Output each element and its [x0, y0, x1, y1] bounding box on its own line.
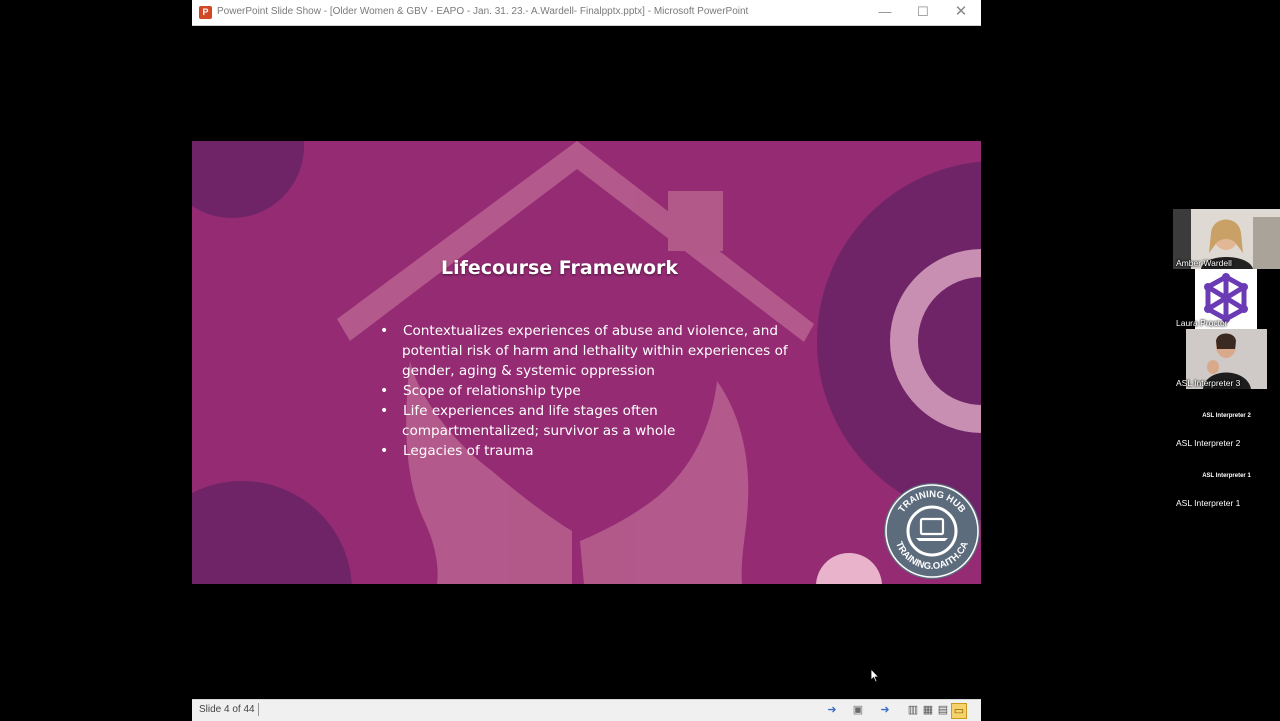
corner-circle-top-left — [192, 141, 304, 218]
window-title: PowerPoint Slide Show - [Older Women & G… — [217, 6, 749, 17]
bullet-item: Life experiences and life stages often c… — [378, 401, 798, 441]
participant-placeholder-label: ASL Interpreter 2 — [1202, 413, 1251, 419]
slide-title: Lifecourse Framework — [440, 257, 679, 279]
slide-show-icon[interactable]: ▭ — [951, 703, 967, 719]
title-bar: P PowerPoint Slide Show - [Older Women &… — [192, 0, 981, 26]
logo-icon — [1204, 273, 1248, 323]
slide[interactable]: Lifecourse Framework Contextualizes expe… — [192, 141, 981, 584]
bullet-item: Legacies of trauma — [378, 441, 798, 461]
bullet-line: compartmentalized; survivor as a whole — [402, 423, 676, 439]
maximize-button[interactable]: ☐ — [908, 3, 938, 21]
bullet-list: Contextualizes experiences of abuse and … — [378, 321, 798, 461]
reading-view-icon[interactable]: ▤ — [936, 703, 950, 717]
participant-name: ASL Interpreter 1 — [1176, 498, 1241, 508]
participant-tile[interactable]: ASL Interpreter 3 — [1173, 329, 1280, 389]
status-bar: Slide 4 of 44 ➜ ▣ ➜ ▥ ▦ ▤ ▭ — [192, 699, 981, 721]
corner-circle-bottom-left — [192, 481, 352, 584]
bullet-line: Contextualizes experiences of abuse and … — [403, 323, 779, 339]
bullet-item: Scope of relationship type — [378, 381, 798, 401]
bubble-bottom — [816, 553, 882, 584]
powerpoint-icon: P — [199, 6, 212, 19]
bullet-line: Scope of relationship type — [403, 383, 581, 399]
powerpoint-window: P PowerPoint Slide Show - [Older Women &… — [192, 0, 981, 721]
status-divider — [258, 703, 259, 716]
mouse-cursor-icon — [870, 668, 880, 683]
house-outline-icon — [337, 141, 814, 342]
participant-name: ASL Interpreter 3 — [1176, 378, 1241, 388]
slide-sorter-icon[interactable]: ▦ — [921, 703, 935, 717]
bullet-item: Contextualizes experiences of abuse and … — [378, 321, 798, 381]
bullet-line: Life experiences and life stages often — [403, 403, 658, 419]
bullet-line: gender, aging & systemic oppression — [402, 363, 655, 379]
participant-name: Amber Wardell — [1176, 258, 1232, 268]
participant-tile[interactable]: ASL Interpreter 1 ASL Interpreter 1 — [1173, 449, 1280, 509]
previous-arrow-icon[interactable]: ➜ — [825, 703, 839, 717]
participants-panel: Amber Wardell Laura Proctor ASL Interpre… — [1173, 209, 1280, 509]
normal-view-icon[interactable]: ▥ — [906, 703, 920, 717]
next-arrow-icon[interactable]: ➜ — [878, 703, 892, 717]
participant-name: Laura Proctor — [1176, 318, 1228, 328]
bullet-line: Legacies of trauma — [403, 443, 534, 459]
minimize-button[interactable]: — — [870, 3, 900, 21]
participant-tile[interactable]: Amber Wardell — [1173, 209, 1280, 269]
participant-placeholder-label: ASL Interpreter 1 — [1202, 473, 1251, 479]
bullet-line: potential risk of harm and lethality wit… — [402, 343, 788, 359]
participant-name: ASL Interpreter 2 — [1176, 438, 1241, 448]
participant-tile[interactable]: Laura Proctor — [1173, 269, 1280, 329]
close-button[interactable]: ✕ — [946, 3, 976, 21]
participant-tile[interactable]: ASL Interpreter 2 ASL Interpreter 2 — [1173, 389, 1280, 449]
slide-counter: Slide 4 of 44 — [199, 704, 255, 715]
training-hub-badge: TRAINING HUB TRAINING.OAITH.CA — [884, 483, 980, 579]
slide-menu-icon[interactable]: ▣ — [851, 703, 865, 717]
